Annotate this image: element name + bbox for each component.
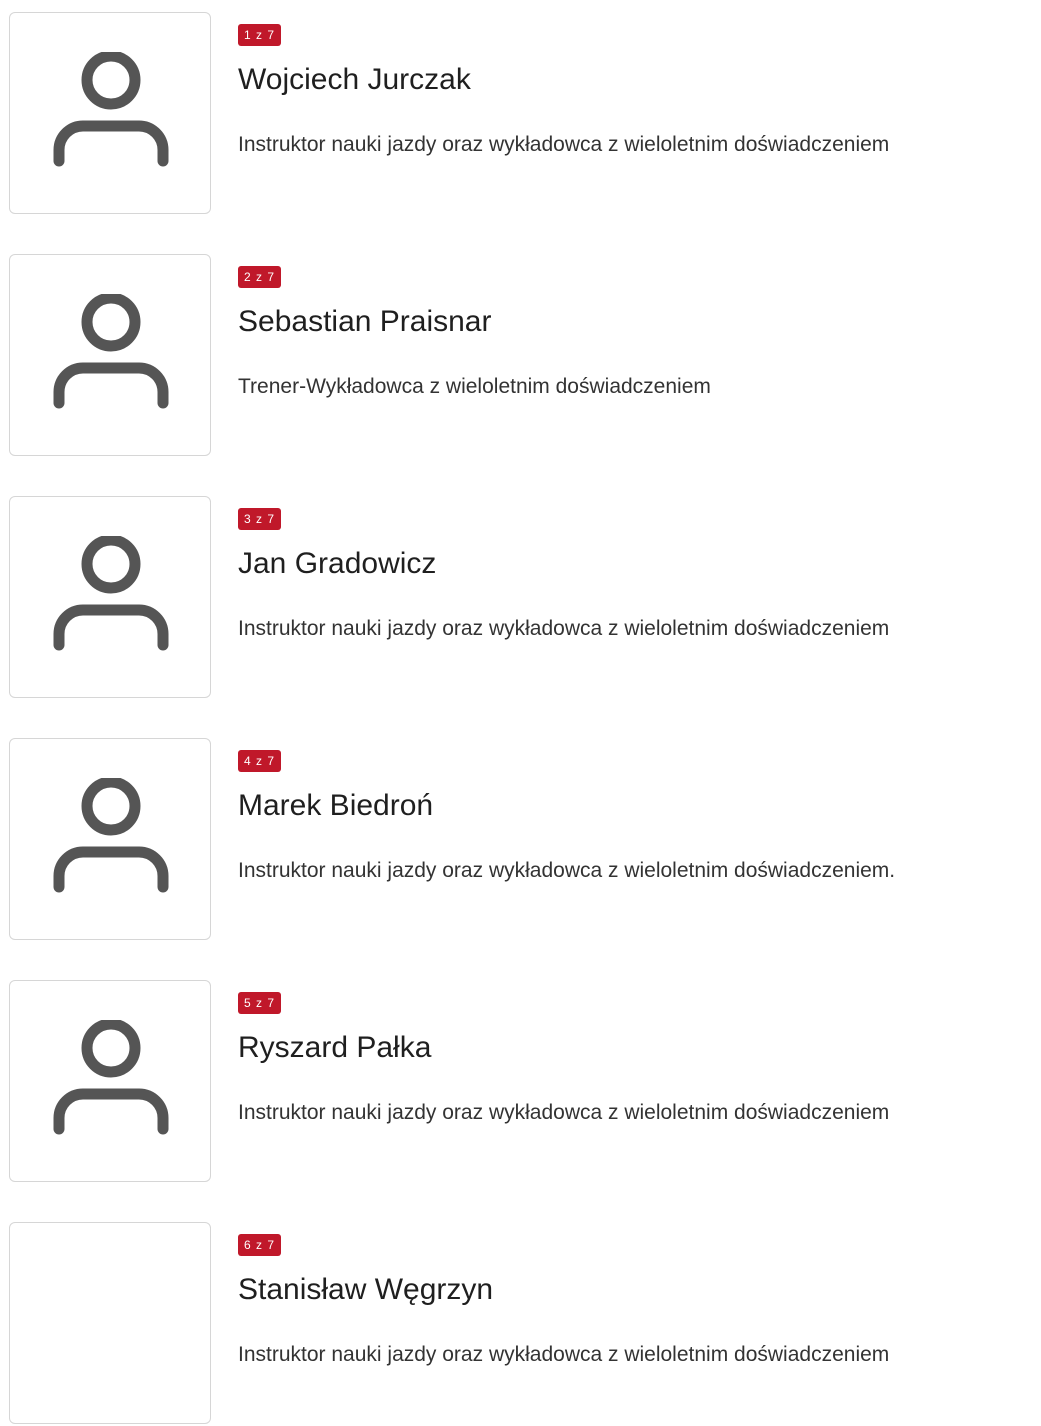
position-badge: 6 z 7 bbox=[238, 1234, 282, 1256]
position-badge: 1 z 7 bbox=[238, 24, 282, 46]
instructor-name: Sebastian Praisnar bbox=[238, 305, 492, 338]
instructor-photo bbox=[9, 12, 211, 214]
instructor-name: Stanisław Węgrzyn bbox=[238, 1273, 494, 1306]
instructor-description: Trener-Wykładowca z wieloletnim doświadc… bbox=[238, 375, 711, 398]
instructor-description: Instruktor nauki jazdy oraz wykładowca z… bbox=[238, 617, 890, 640]
instructor-description: Instruktor nauki jazdy oraz wykładowca z… bbox=[238, 133, 890, 156]
position-badge: 3 z 7 bbox=[238, 508, 282, 530]
user-silhouette-icon bbox=[53, 1020, 169, 1135]
instructor-description: Instruktor nauki jazdy oraz wykładowca z… bbox=[238, 859, 896, 882]
user-silhouette-icon bbox=[53, 778, 169, 893]
instructor-photo bbox=[9, 1222, 211, 1424]
position-badge: 5 z 7 bbox=[238, 992, 282, 1014]
user-silhouette-icon bbox=[53, 536, 169, 651]
instructor-card: 4 z 7 Marek Biedroń Instruktor nauki jaz… bbox=[0, 738, 1041, 942]
instructor-photo bbox=[9, 738, 211, 940]
instructor-description: Instruktor nauki jazdy oraz wykładowca z… bbox=[238, 1101, 890, 1124]
instructor-photo bbox=[9, 254, 211, 456]
position-badge: 4 z 7 bbox=[238, 750, 282, 772]
instructor-name: Wojciech Jurczak bbox=[238, 63, 471, 96]
position-badge: 2 z 7 bbox=[238, 266, 282, 288]
instructor-photo bbox=[9, 496, 211, 698]
instructor-card: 6 z 7 Stanisław Węgrzyn Instruktor nauki… bbox=[0, 1222, 1041, 1426]
instructor-card: 1 z 7 Wojciech Jurczak Instruktor nauki … bbox=[0, 12, 1041, 216]
instructor-card: 3 z 7 Jan Gradowicz Instruktor nauki jaz… bbox=[0, 496, 1041, 700]
instructor-photo bbox=[9, 980, 211, 1182]
instructor-name: Marek Biedroń bbox=[238, 789, 434, 822]
instructor-name: Jan Gradowicz bbox=[238, 547, 437, 580]
user-silhouette-icon bbox=[53, 52, 169, 167]
instructor-description: Instruktor nauki jazdy oraz wykładowca z… bbox=[238, 1343, 890, 1366]
user-silhouette-icon bbox=[53, 294, 169, 409]
instructor-name: Ryszard Pałka bbox=[238, 1031, 432, 1064]
instructor-card: 5 z 7 Ryszard Pałka Instruktor nauki jaz… bbox=[0, 980, 1041, 1184]
instructor-card: 2 z 7 Sebastian Praisnar Trener-Wykładow… bbox=[0, 254, 1041, 458]
